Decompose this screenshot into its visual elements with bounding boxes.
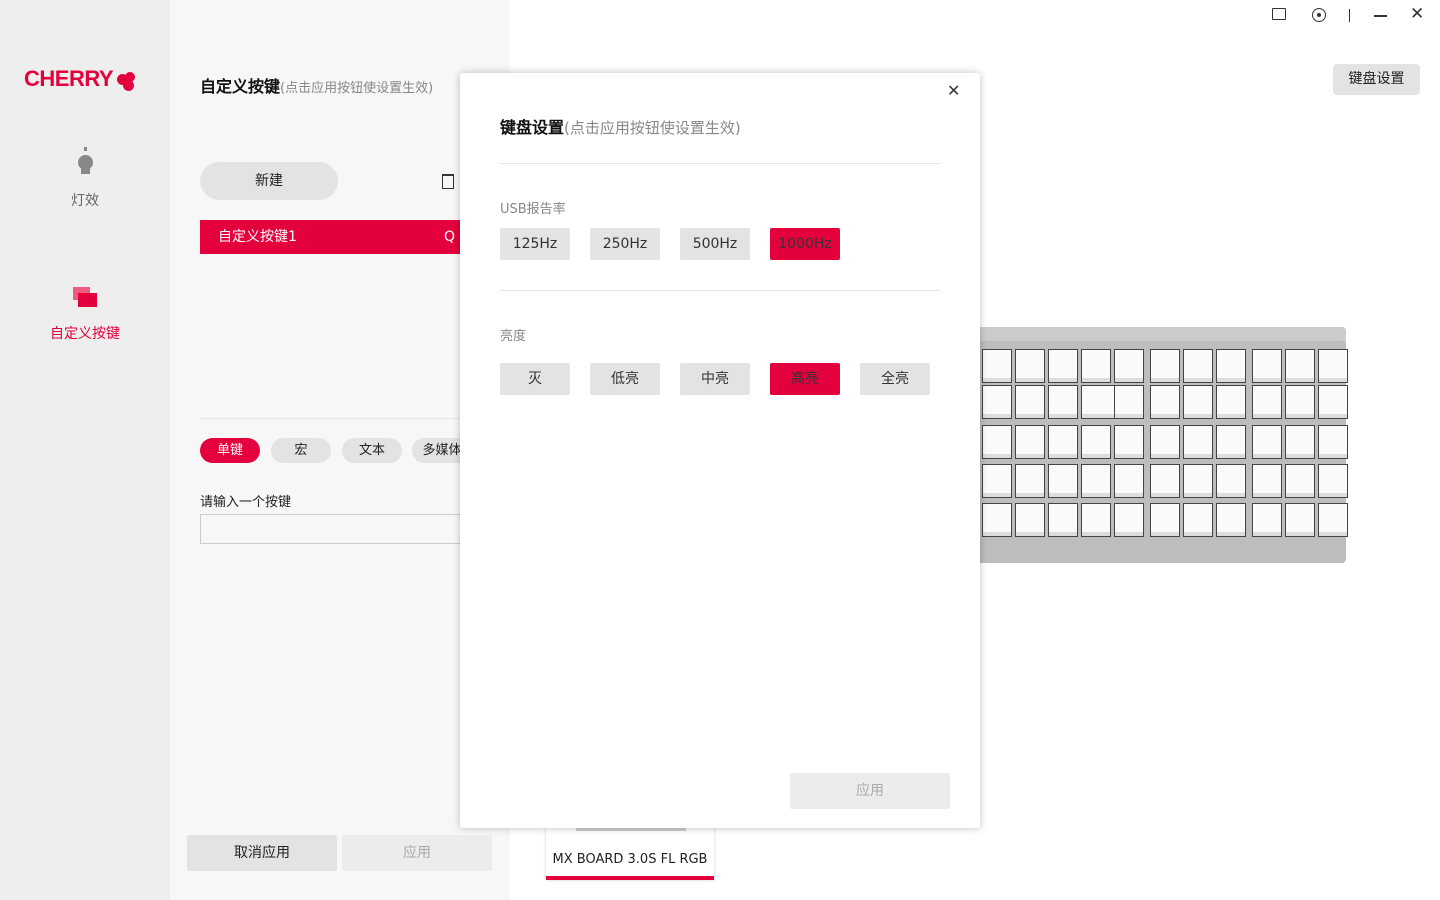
keyboard-key [1048, 349, 1078, 383]
cancel-apply-button[interactable]: 取消应用 [187, 835, 337, 871]
keyboard-image [980, 327, 1346, 563]
keyboard-key [1318, 503, 1348, 537]
usb-rate-option[interactable]: 1000Hz [770, 228, 840, 260]
keyboard-key [1114, 464, 1144, 498]
keyboard-key [1183, 425, 1213, 459]
keyboard-settings-button[interactable]: 键盘设置 [1333, 64, 1420, 95]
close-icon[interactable]: ✕ [1410, 4, 1424, 24]
tab-macro[interactable]: 宏 [271, 438, 331, 463]
keyboard-key [1216, 425, 1246, 459]
keyboard-key [1081, 503, 1111, 537]
brightness-option[interactable]: 低亮 [590, 363, 660, 395]
usb-rate-label: USB报告率 [500, 198, 566, 217]
keyboard-key [1318, 425, 1348, 459]
keyboard-key [1183, 503, 1213, 537]
divider [1349, 9, 1350, 22]
bulb-icon [73, 150, 97, 174]
close-icon[interactable]: ✕ [947, 81, 960, 100]
usb-rate-option[interactable]: 500Hz [680, 228, 750, 260]
keyboard-key [1252, 425, 1282, 459]
keyboard-key [1081, 464, 1111, 498]
keyboard-key [1252, 349, 1282, 383]
tab-single-key[interactable]: 单键 [200, 438, 260, 463]
keyboard-key [1150, 503, 1180, 537]
tab-text[interactable]: 文本 [342, 438, 402, 463]
keyboard-key [1252, 464, 1282, 498]
custom-keys-icon [72, 287, 98, 309]
keyboard-key [1183, 385, 1213, 419]
keyboard-key [1114, 385, 1144, 419]
settings-icon[interactable] [1312, 8, 1326, 22]
keyboard-key [1285, 425, 1315, 459]
cherry-icon [115, 66, 137, 92]
brightness-label: 亮度 [500, 325, 526, 344]
keyboard-key [1216, 464, 1246, 498]
keyboard-key [982, 385, 1012, 419]
sidebar-item-label: 灯效 [0, 190, 170, 210]
input-label: 请输入一个按键 [200, 491, 291, 510]
keyboard-key [1081, 349, 1111, 383]
sidebar-item-custom-keys[interactable]: 自定义按键 [0, 287, 170, 343]
keyboard-key [1285, 503, 1315, 537]
keyboard-key [1015, 385, 1045, 419]
brightness-option[interactable]: 灭 [500, 363, 570, 395]
keyboard-key [1114, 425, 1144, 459]
keyboard-key [1015, 425, 1045, 459]
dialog-apply-button[interactable]: 应用 [790, 773, 950, 809]
brightness-option[interactable]: 中亮 [680, 363, 750, 395]
keyboard-key [1318, 385, 1348, 419]
keyboard-key [1015, 349, 1045, 383]
keyboard-key [1285, 464, 1315, 498]
new-button[interactable]: 新建 [200, 162, 338, 200]
keyboard-key [982, 464, 1012, 498]
keyboard-key [1081, 425, 1111, 459]
panel-title: 自定义按键(点击应用按钮使设置生效) [200, 73, 433, 97]
keyboard-key [1216, 385, 1246, 419]
sidebar-item-lighting[interactable]: 灯效 [0, 150, 170, 210]
keyboard-key [1048, 425, 1078, 459]
keyboard-key [1048, 503, 1078, 537]
keyboard-key [982, 425, 1012, 459]
cherry-logo: CHERRY [24, 66, 137, 92]
keyboard-key [982, 349, 1012, 383]
keyboard-key [1252, 385, 1282, 419]
device-name: MX BOARD 3.0S FL RGB [546, 852, 714, 867]
keyboard-key [1183, 349, 1213, 383]
keyboard-settings-dialog: ✕ 键盘设置(点击应用按钮使设置生效) USB报告率 125Hz 250Hz 500… [460, 73, 980, 828]
minimize-icon[interactable] [1374, 15, 1387, 17]
keyboard-key [1183, 464, 1213, 498]
keyboard-key [1285, 385, 1315, 419]
keyboard-key [1015, 464, 1045, 498]
keyboard-key [1150, 385, 1180, 419]
keyboard-key [1114, 349, 1144, 383]
keyboard-key [1252, 503, 1282, 537]
keyboard-key [1015, 503, 1045, 537]
keyboard-key [1285, 349, 1315, 383]
sidebar-item-label: 自定义按键 [0, 323, 170, 343]
brightness-option[interactable]: 全亮 [860, 363, 930, 395]
keyboard-key [1216, 349, 1246, 383]
trash-icon[interactable] [442, 174, 454, 189]
keyboard-key [1048, 385, 1078, 419]
usb-rate-option[interactable]: 125Hz [500, 228, 570, 260]
dialog-title: 键盘设置(点击应用按钮使设置生效) [500, 114, 741, 138]
keyboard-key [1114, 503, 1144, 537]
feedback-icon[interactable] [1272, 8, 1286, 20]
keyboard-key [1150, 464, 1180, 498]
brightness-option[interactable]: 高亮 [770, 363, 840, 395]
usb-rate-option[interactable]: 250Hz [590, 228, 660, 260]
keyboard-key [1318, 464, 1348, 498]
keyboard-key [1150, 349, 1180, 383]
apply-button[interactable]: 应用 [342, 835, 492, 871]
sidebar: CHERRY 灯效 自定义按键 [0, 0, 170, 900]
keyboard-key [982, 503, 1012, 537]
key-input[interactable] [200, 514, 490, 544]
custom-keys-panel: 自定义按键(点击应用按钮使设置生效) 新建 自定义按键1Q 单键 宏 文本 多媒… [170, 0, 510, 900]
keyboard-key [1216, 503, 1246, 537]
keyboard-key [1150, 425, 1180, 459]
keyboard-key [1318, 349, 1348, 383]
keyboard-key [1048, 464, 1078, 498]
